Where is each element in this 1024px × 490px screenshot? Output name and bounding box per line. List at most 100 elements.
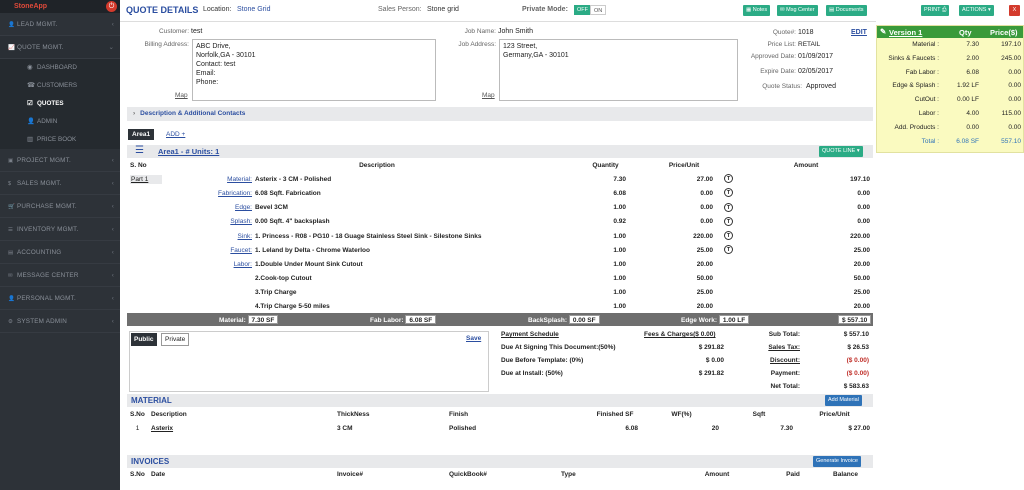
sales-label: Sales Person: — [378, 6, 422, 13]
row-category-link[interactable]: Material: — [227, 176, 252, 183]
sidebar-item-label: ACCOUNTING — [17, 249, 62, 256]
description-contacts-toggle[interactable]: › Description & Additional Contacts — [127, 107, 873, 121]
billing-map-link[interactable]: Map — [175, 92, 188, 99]
sidebar-item-label: MESSAGE CENTER — [17, 272, 79, 279]
row-price-cell: 0.00 T — [629, 215, 739, 229]
payment-schedule-link[interactable]: Payment Schedule — [501, 331, 559, 338]
row-category-link[interactable]: Splash: — [230, 218, 252, 225]
sidebar-item-purchase-mgmt[interactable]: 🛒 PURCHASE MGMT. ‹ — [0, 195, 120, 218]
generate-invoice-button[interactable]: Generate Invoice — [813, 456, 861, 467]
row-category-link[interactable]: Faucet: — [230, 247, 252, 254]
pencil-icon[interactable]: ✎ — [880, 27, 886, 36]
logo: StoneApp — [14, 3, 48, 10]
fees-charges-link[interactable]: Fees & Charges($ 0.00) — [644, 331, 716, 338]
billing-address-label: Billing Address: — [144, 41, 189, 48]
sidebar-item-quote-mgmt[interactable]: 📈 QUOTE MGMT. ⌄ — [0, 36, 120, 59]
table-row: 2.Cook-top Cutout 1.00 50.00 50.00 — [127, 272, 873, 286]
sidebar-sub-admin[interactable]: 👤 ADMIN — [0, 113, 120, 131]
location-value[interactable]: Stone Grid — [237, 6, 270, 13]
quote-line-button[interactable]: QUOTE LINE ▾ — [819, 146, 863, 157]
msg-center-button[interactable]: ✉ Msg Center — [777, 5, 818, 16]
envelope-icon: ✉ — [8, 273, 13, 279]
sidebar-sub-price-book[interactable]: ▥ PRICE BOOK — [0, 131, 120, 149]
row-description: Sink: 1. Princess - R08 - PG10 - 18 Guage… — [172, 229, 582, 243]
sidebar-item-message-center[interactable]: ✉ MESSAGE CENTER ‹ — [0, 264, 120, 287]
total-label: Sub Total: — [768, 331, 800, 338]
table-row: Edge: Bevel 3CM 1.00 0.00 T 0.00 — [127, 201, 873, 215]
col-header: WF(%) — [671, 410, 692, 418]
row-description: 3.Trip Charge — [172, 286, 582, 300]
material-desc-link[interactable]: Asterix — [151, 425, 173, 432]
sidebar-item-project-mgmt[interactable]: ▣ PROJECT MGMT. ‹ — [0, 149, 120, 172]
add-area-link[interactable]: ADD + — [166, 131, 185, 138]
tax-icon[interactable]: T — [724, 230, 733, 240]
row-category-link[interactable]: Fabrication: — [218, 190, 252, 197]
col-header: Price/Unit — [668, 161, 700, 169]
tab-area1[interactable]: Area1 — [128, 129, 155, 140]
private-on-toggle[interactable]: ON — [590, 5, 607, 15]
row-amount: 197.10 — [850, 175, 870, 183]
tab-private[interactable]: Private — [161, 333, 190, 346]
col-header: ThickNess — [337, 410, 370, 418]
private-off-toggle[interactable]: OFF — [574, 5, 591, 15]
edit-link[interactable]: EDIT — [851, 29, 867, 36]
col-header: Balance — [833, 470, 858, 478]
row-desc-text: 6.08 Sqft. Fabrication — [255, 189, 321, 197]
row-category-link[interactable]: Edge: — [235, 204, 252, 211]
close-button[interactable]: X — [1009, 5, 1020, 16]
summary-fab: Fab Labor: 6.08 SF — [370, 315, 437, 324]
row-amount: 25.00 — [853, 246, 870, 254]
actions-button[interactable]: ACTIONS ▾ — [959, 5, 994, 16]
print-button[interactable]: PRINT ⎙ — [921, 5, 950, 16]
sidebar-item-sales-mgmt[interactable]: $ SALES MGMT. ‹ — [0, 172, 120, 195]
save-notes-link[interactable]: Save — [466, 335, 481, 342]
summary-edge: Edge Work: 1.00 LF — [681, 315, 750, 324]
row-price-cell: 20.00 — [629, 300, 739, 314]
billing-address-box[interactable]: ABC Drive, Norfolk,GA - 30101 Contact: t… — [192, 39, 436, 101]
version-row-qty: 6.08 — [966, 68, 979, 76]
row-category-link[interactable]: Labor: — [234, 261, 252, 268]
row-price: 0.00 — [700, 189, 713, 197]
row-qty: 1.00 — [613, 303, 626, 311]
row-sno — [127, 243, 172, 257]
tax-icon[interactable]: T — [724, 174, 733, 184]
quote-status-value: Approved — [806, 83, 836, 90]
sidebar-sub-quotes[interactable]: ☑ QUOTES — [0, 95, 120, 113]
sidebar-item-lead-mgmt[interactable]: 👤 LEAD MGMT. ‹ — [0, 13, 120, 36]
sidebar-item-system-admin[interactable]: ⚙ SYSTEM ADMIN ‹ — [0, 310, 120, 333]
phone-icon: ☎ — [27, 82, 35, 89]
row-sno — [127, 229, 172, 243]
sidebar-item-inventory-mgmt[interactable]: ☰ INVENTORY MGMT. ‹ — [0, 218, 120, 241]
row-amount: 50.00 — [853, 275, 870, 283]
tax-icon[interactable]: T — [724, 202, 733, 212]
power-icon[interactable]: ⏻ — [106, 1, 117, 12]
menu-icon[interactable]: ☰ — [135, 145, 144, 157]
job-address-box[interactable]: 123 Street, Germany,GA - 30101 — [499, 39, 738, 101]
sidebar-item-personal-mgmt[interactable]: 👤 PERSONAL MGMT. ‹ — [0, 287, 120, 310]
area-title-link[interactable]: Area1 - # Units: 1 — [158, 147, 219, 156]
payment-row-value: $ 291.82 — [698, 370, 724, 377]
tab-public[interactable]: Public — [131, 333, 157, 346]
total-value: ($ 0.00) — [846, 357, 869, 364]
sidebar-sub-dashboard[interactable]: ◉ DASHBOARD — [0, 59, 120, 77]
job-map-link[interactable]: Map — [482, 92, 495, 99]
tax-icon[interactable]: T — [724, 245, 733, 255]
sidebar-item-label: INVENTORY MGMT. — [17, 226, 79, 233]
sidebar: StoneApp ⏻ 👤 LEAD MGMT. ‹ 📈 QUOTE MGMT. ⌄ ◉ DAS… — [0, 0, 120, 490]
sidebar-item-accounting[interactable]: ▤ ACCOUNTING ‹ — [0, 241, 120, 264]
version-title-link[interactable]: Version 1 — [889, 28, 922, 37]
customer-label: Customer: — [159, 28, 189, 35]
sidebar-sub-customers[interactable]: ☎ CUSTOMERS — [0, 77, 120, 95]
row-category-link[interactable]: Sink: — [238, 233, 252, 240]
row-amount: 20.00 — [853, 260, 870, 268]
documents-button[interactable]: ▤ Documents — [826, 5, 867, 16]
chevron-left-icon: ‹ — [111, 203, 114, 210]
tax-icon[interactable]: T — [724, 216, 733, 226]
add-material-button[interactable]: Add Material — [825, 395, 862, 406]
notes-button[interactable]: ▦ Notes — [743, 5, 771, 16]
topbar: StoneApp ⏻ — [0, 0, 120, 13]
total-label[interactable]: Discount: — [740, 357, 800, 364]
tax-icon[interactable]: T — [724, 188, 733, 198]
total-label[interactable]: Sales Tax: — [740, 344, 800, 351]
part-label[interactable]: Part 1 — [130, 174, 163, 184]
